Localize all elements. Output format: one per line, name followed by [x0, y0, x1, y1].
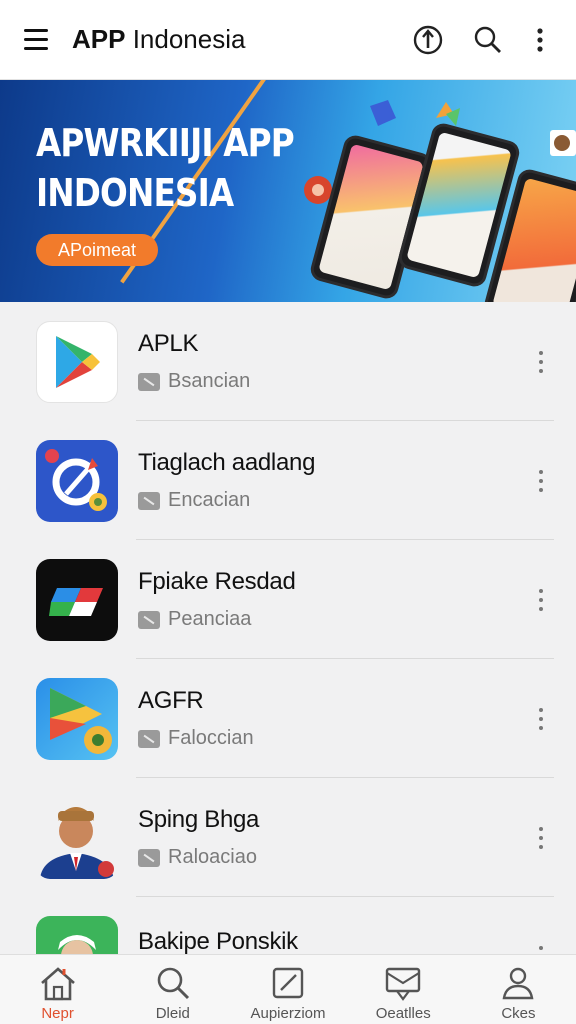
tag-icon — [138, 372, 160, 391]
play-store-icon — [36, 320, 118, 403]
compass-app-icon — [36, 439, 118, 522]
app-subtitle: Encacian — [168, 489, 251, 511]
inbox-icon — [386, 967, 421, 1001]
more-options-icon[interactable] — [526, 342, 556, 382]
search-icon — [157, 967, 189, 1000]
tag-icon — [138, 610, 160, 629]
nav-item-edit[interactable]: Aupierziom — [230, 955, 345, 1024]
app-subtitle: Raloaciao — [168, 846, 257, 868]
top-app-bar: APP Indonesia — [0, 0, 576, 80]
banner-headline: APWRKIIJI APP INDONESIA — [36, 121, 295, 215]
app-name: Fpiake Resdad — [138, 568, 296, 595]
more-options-icon[interactable] — [526, 699, 556, 739]
app-name: APLK — [138, 330, 199, 357]
more-options-icon[interactable] — [526, 580, 556, 620]
list-item[interactable]: Fpiake Resdad Peanciaa — [0, 540, 576, 659]
info-icon[interactable] — [408, 20, 448, 60]
nav-item-search[interactable]: Dleid — [115, 955, 230, 1024]
play-badge-app-icon — [36, 677, 118, 760]
cube-icon — [370, 100, 396, 126]
app-subtitle: Peanciaa — [168, 608, 252, 630]
more-vert-icon[interactable] — [528, 20, 552, 60]
tag-icon — [138, 848, 160, 867]
flag-app-icon — [36, 558, 118, 641]
nav-item-profile[interactable]: Ckes — [461, 955, 576, 1024]
nav-label: Oeatlles — [375, 1005, 431, 1022]
tag-icon — [138, 491, 160, 510]
person-avatar-icon — [36, 797, 118, 879]
list-item[interactable]: AGFR Faloccian — [0, 659, 576, 778]
app-name: Sping Bhga — [138, 806, 260, 833]
edit-icon — [272, 967, 304, 999]
menu-icon[interactable] — [24, 25, 54, 55]
more-options-icon[interactable] — [526, 461, 556, 501]
app-title: APP Indonesia — [72, 24, 246, 54]
promo-banner[interactable]: APWRKIIJI APP INDONESIA APoimeat — [0, 80, 576, 302]
list-item[interactable]: Tiaglach aadlang Encacian — [0, 421, 576, 540]
app-name: Tiaglach aadlang — [138, 449, 316, 476]
tag-icon — [138, 729, 160, 748]
nav-label: Dleid — [155, 1005, 190, 1022]
home-icon — [40, 967, 75, 1001]
nav-label: Aupierziom — [250, 1005, 326, 1022]
app-name: Bakipe Ponskik — [138, 927, 298, 955]
app-subtitle: Faloccian — [168, 727, 254, 749]
app-list: APLK Bsancian Tiaglach aadlang Encacian … — [0, 302, 576, 1016]
photo-icon — [550, 130, 576, 156]
app-name: AGFR — [138, 687, 204, 714]
app-subtitle: Bsancian — [168, 370, 251, 392]
list-item[interactable]: APLK Bsancian — [0, 302, 576, 421]
nav-item-inbox[interactable]: Oeatlles — [346, 955, 461, 1024]
nav-label: Ckes — [501, 1005, 536, 1022]
banner-cta-button[interactable]: APoimeat — [36, 234, 158, 266]
search-icon[interactable] — [468, 20, 508, 60]
profile-icon — [502, 967, 534, 1000]
list-item[interactable]: Sping Bhga Raloaciao — [0, 778, 576, 897]
more-options-icon[interactable] — [526, 818, 556, 858]
nav-item-home[interactable]: Nepr — [0, 955, 115, 1024]
nav-label: Nepr — [41, 1005, 74, 1022]
bottom-navigation: Nepr Dleid Aupierziom Oeatlles Ckes — [0, 954, 576, 1024]
